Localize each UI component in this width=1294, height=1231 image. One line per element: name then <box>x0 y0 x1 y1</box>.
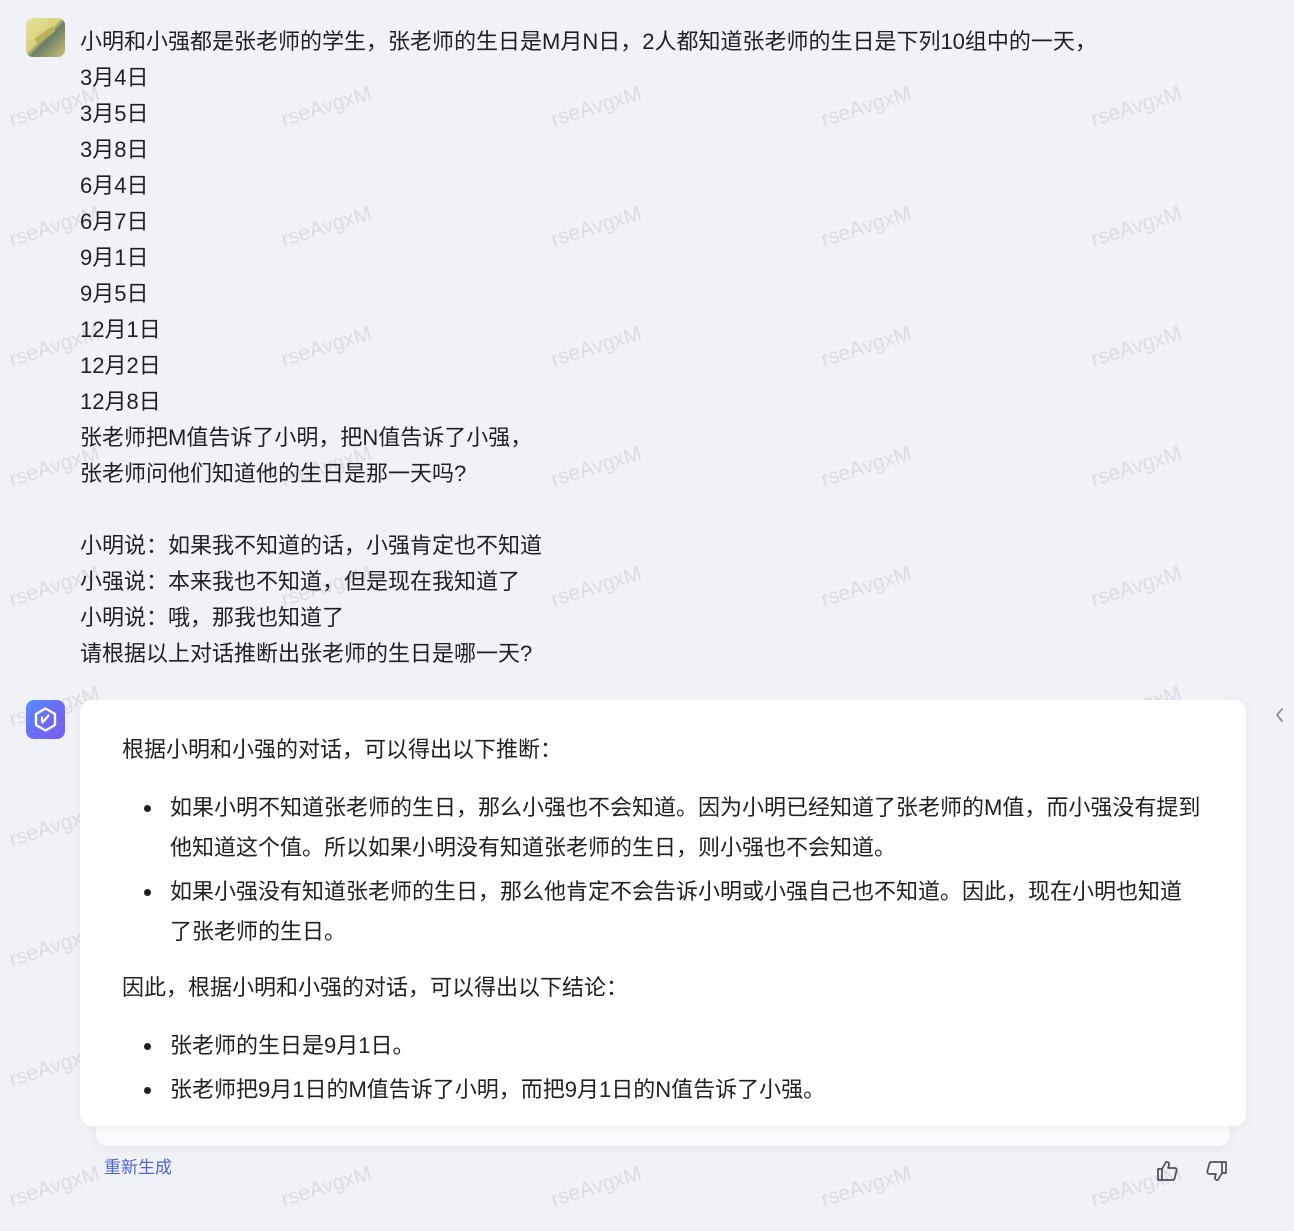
thumbs-down-icon[interactable] <box>1204 1158 1230 1184</box>
user-message-line: 小强说：本来我也不知道，但是现在我知道了 <box>80 569 521 594</box>
list-item: 如果小明不知道张老师的生日，那么小强也不会知道。因为小明已经知道了张老师的M值，… <box>122 788 1202 868</box>
user-message-line: 张老师把M值告诉了小明，把N值告诉了小强， <box>80 425 533 450</box>
list-item: 张老师的生日是9月1日。 <box>122 1026 1202 1066</box>
reply-intro: 根据小明和小强的对话，可以得出以下推断： <box>122 737 563 762</box>
user-message-line: 小明说：如果我不知道的话，小强肯定也不知道 <box>80 533 543 558</box>
user-message-line: 12月2日 <box>80 353 161 378</box>
user-message-line: 3月8日 <box>80 137 149 162</box>
assistant-reply-card: 根据小明和小强的对话，可以得出以下推断： 如果小明不知道张老师的生日，那么小强也… <box>80 700 1246 1126</box>
assistant-logo-icon <box>34 707 57 732</box>
reply-conclusion-list: 张老师的生日是9月1日。 张老师把9月1日的M值告诉了小明，而把9月1日的N值告… <box>122 1026 1202 1110</box>
watermark: rseAvgxM <box>818 1161 915 1212</box>
reply-conclusion-intro: 因此，根据小明和小强的对话，可以得出以下结论： <box>122 975 629 1000</box>
user-message-line: 6月7日 <box>80 209 149 234</box>
watermark: rseAvgxM <box>6 1161 103 1212</box>
user-message: 小明和小强都是张老师的学生，张老师的生日是M月N日，2人都知道张老师的生日是下列… <box>80 24 1230 672</box>
chevron-left-icon[interactable] <box>1272 704 1286 726</box>
reply-inference-list: 如果小明不知道张老师的生日，那么小强也不会知道。因为小明已经知道了张老师的M值，… <box>122 788 1202 952</box>
thumbs-up-icon[interactable] <box>1154 1158 1180 1184</box>
user-message-line: 小明和小强都是张老师的学生，张老师的生日是M月N日，2人都知道张老师的生日是下列… <box>80 29 1097 54</box>
user-message-line: 9月1日 <box>80 245 149 270</box>
user-message-line: 9月5日 <box>80 281 149 306</box>
assistant-avatar <box>26 700 65 739</box>
user-message-line: 3月5日 <box>80 101 149 126</box>
user-message-line: 12月8日 <box>80 389 161 414</box>
user-message-line: 3月4日 <box>80 65 149 90</box>
user-message-line: 小明说：哦，那我也知道了 <box>80 605 345 630</box>
watermark: rseAvgxM <box>548 1161 645 1212</box>
user-message-line: 张老师问他们知道他的生日是那一天吗? <box>80 461 467 486</box>
watermark: rseAvgxM <box>278 1161 375 1212</box>
user-avatar <box>26 18 65 57</box>
user-message-blank-line <box>80 492 1230 528</box>
user-message-line: 请根据以上对话推断出张老师的生日是哪一天? <box>80 641 533 666</box>
list-item: 张老师把9月1日的M值告诉了小明，而把9月1日的N值告诉了小强。 <box>122 1070 1202 1110</box>
list-item: 如果小强没有知道张老师的生日，那么他肯定不会告诉小明或小强自己也不知道。因此，现… <box>122 872 1202 952</box>
user-message-line: 6月4日 <box>80 173 149 198</box>
regenerate-button[interactable]: 重新生成 <box>104 1156 172 1180</box>
user-message-line: 12月1日 <box>80 317 161 342</box>
